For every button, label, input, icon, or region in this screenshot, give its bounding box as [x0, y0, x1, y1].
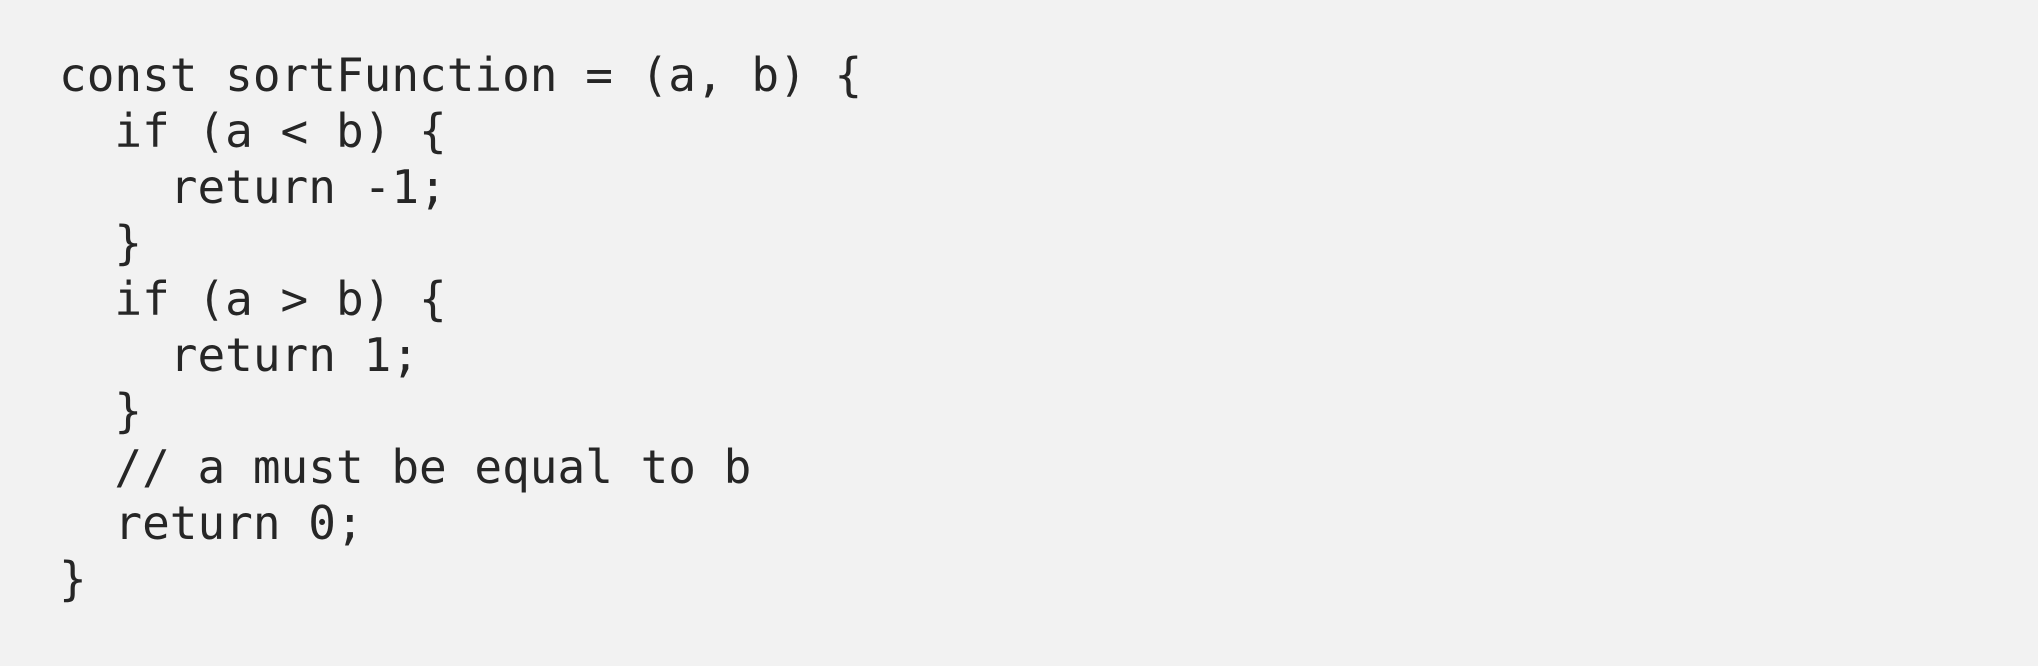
code-line-1: const sortFunction = (a, b) {	[59, 48, 863, 102]
code-snippet-panel: const sortFunction = (a, b) { if (a < b)…	[59, 47, 1859, 627]
code-block: const sortFunction = (a, b) { if (a < b)…	[59, 47, 1859, 607]
code-line-6: return 1;	[59, 328, 420, 382]
code-line-5: if (a > b) {	[59, 272, 447, 326]
code-line-10: }	[59, 552, 87, 606]
code-line-3: return -1;	[59, 160, 447, 214]
code-line-2: if (a < b) {	[59, 104, 447, 158]
code-line-4: }	[59, 216, 143, 270]
code-line-9: return 0;	[59, 496, 364, 550]
code-line-8: // a must be equal to b	[59, 440, 752, 494]
code-line-7: }	[59, 384, 143, 438]
